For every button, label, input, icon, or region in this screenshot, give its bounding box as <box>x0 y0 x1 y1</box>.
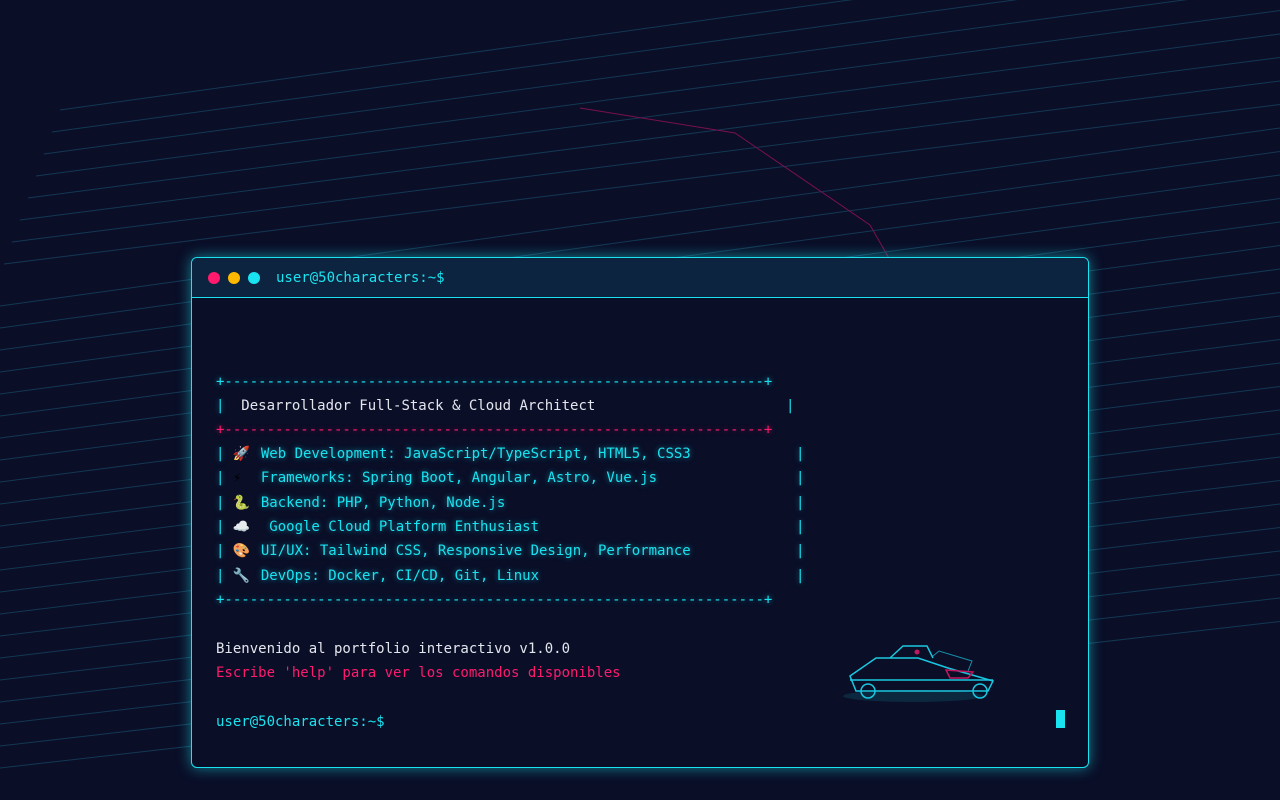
text-cursor <box>1056 710 1065 728</box>
grid-line <box>27 33 1280 199</box>
skill-icon: 🎨 <box>232 543 251 560</box>
maximize-dot-icon[interactable] <box>248 271 260 284</box>
grid-line <box>11 80 1280 243</box>
skill-icon: 🚀 <box>232 446 251 462</box>
skill-row: | 🎨 UI/UX: Tailwind CSS, Responsive Desig… <box>216 543 805 560</box>
skill-icon: ⚡ <box>232 470 242 487</box>
welcome-text: Bienvenido al portfolio interactivo v1.0… <box>216 641 571 657</box>
box-border-bottom: +---------------------------------------… <box>216 592 773 608</box>
grid-line <box>35 10 1280 177</box>
skill-row: | ⚡ Frameworks: Spring Boot, Angular, Ast… <box>216 470 805 487</box>
grid-line <box>19 57 1280 221</box>
box-divider: +---------------------------------------… <box>216 422 773 438</box>
help-hint: Escribe 'help' para ver los comandos dis… <box>216 665 621 681</box>
skill-icon: 🔧 <box>232 567 251 584</box>
grid-line <box>43 0 1188 155</box>
box-heading-row: | Desarrollador Full-Stack & Cloud Archi… <box>216 398 795 414</box>
skill-text: Backend: PHP, Python, Node.js <box>260 494 506 511</box>
grid-line <box>59 0 854 111</box>
minimize-dot-icon[interactable] <box>228 271 240 284</box>
skill-icon: ☁️ <box>232 518 251 535</box>
terminal-titlebar: user@50characters:~$ <box>192 258 1088 298</box>
skill-text: UI/UX: Tailwind CSS, Responsive Design, … <box>260 543 691 560</box>
skill-icon: 🐍 <box>232 494 251 511</box>
box-border-top: +---------------------------------------… <box>216 374 773 390</box>
skill-text: Web Development: JavaScript/TypeScript, … <box>260 446 691 462</box>
skill-text: Google Cloud Platform Enthusiast <box>260 518 540 535</box>
close-dot-icon[interactable] <box>208 271 220 284</box>
skill-text: Frameworks: Spring Boot, Angular, Astro,… <box>260 470 658 487</box>
grid-line <box>3 104 1280 265</box>
command-prompt[interactable]: user@50characters:~$ <box>216 713 385 731</box>
skill-row: | 🚀 Web Development: JavaScript/TypeScrip… <box>216 446 805 462</box>
skill-text: DevOps: Docker, CI/CD, Git, Linux <box>260 567 540 584</box>
box-heading: Desarrollador Full-Stack & Cloud Archite… <box>241 398 596 414</box>
skill-row: | ☁️ Google Cloud Platform Enthusiast | <box>216 518 805 535</box>
terminal-title: user@50characters:~$ <box>276 269 445 286</box>
terminal-window[interactable]: user@50characters:~$ +------------------… <box>191 257 1089 768</box>
grid-line <box>51 0 1018 133</box>
retro-car-icon <box>843 645 995 702</box>
skill-row: | 🔧 DevOps: Docker, CI/CD, Git, Linux | <box>216 567 805 584</box>
skill-row: | 🐍 Backend: PHP, Python, Node.js | <box>216 494 805 511</box>
